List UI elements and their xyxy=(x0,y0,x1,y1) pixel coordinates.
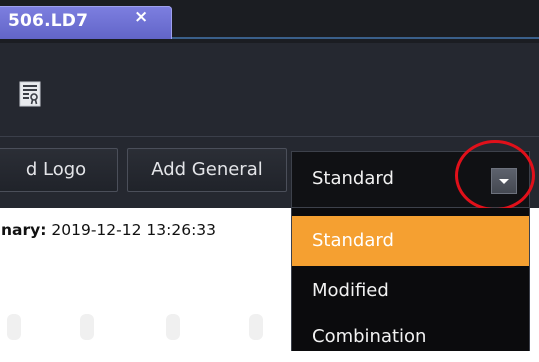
document-tab-strip: 506.LD7 × xyxy=(0,0,539,43)
option-modified[interactable]: Modified xyxy=(292,266,529,316)
summary-label: nary: xyxy=(1,221,47,239)
report-document-icon[interactable] xyxy=(19,81,41,107)
combobox-dropdown-list: Standard Modified Combination xyxy=(291,208,530,351)
background-artifact xyxy=(80,314,94,340)
add-logo-button[interactable]: d Logo xyxy=(0,148,118,192)
ribbon-divider xyxy=(0,136,539,137)
summary-line: nary: 2019-12-12 13:26:33 xyxy=(1,221,216,239)
option-standard[interactable]: Standard xyxy=(292,216,529,266)
background-artifact xyxy=(249,314,263,340)
summary-value: 2019-12-12 13:26:33 xyxy=(51,221,217,239)
add-general-button[interactable]: Add General xyxy=(127,148,287,192)
option-combination[interactable]: Combination xyxy=(292,312,529,362)
background-artifact xyxy=(7,314,21,340)
file-tab[interactable]: 506.LD7 × xyxy=(0,6,172,39)
close-icon[interactable]: × xyxy=(134,7,148,27)
combobox-value: Standard xyxy=(312,168,394,189)
annotation-circle xyxy=(455,140,535,211)
file-tab-label: 506.LD7 xyxy=(8,11,89,31)
background-artifact xyxy=(166,314,180,340)
